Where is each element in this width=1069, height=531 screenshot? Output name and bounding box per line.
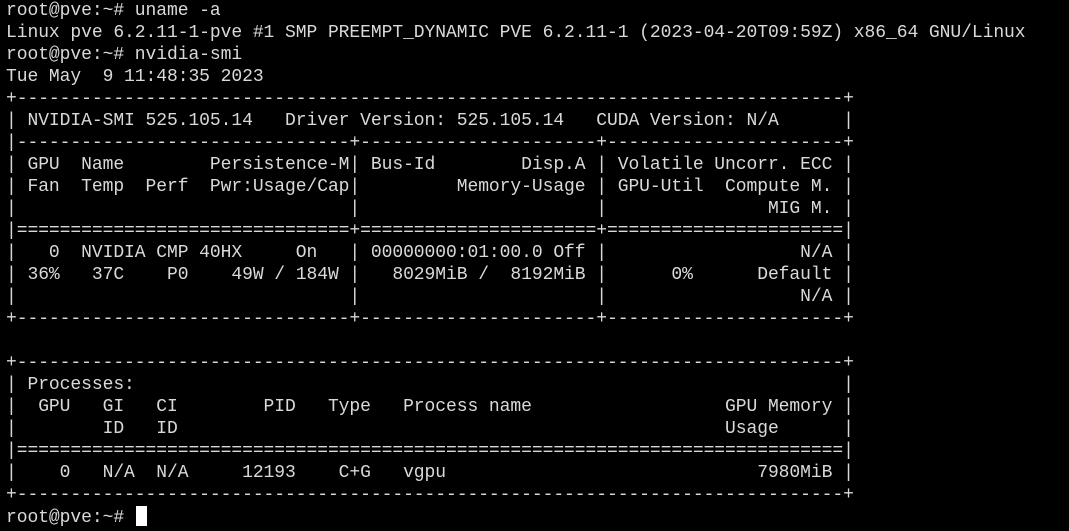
terminal-window[interactable]: root@pve:~# uname -a Linux pve 6.2.11-1-p… xyxy=(0,0,1069,531)
terminal-line: | 0 NVIDIA CMP 40HX On | 00000000:01:00.… xyxy=(6,243,854,263)
terminal-line: |-------------------------------+-------… xyxy=(6,133,854,153)
terminal-line: |=======================================… xyxy=(6,441,854,461)
text-cursor xyxy=(135,506,147,526)
terminal-line: Tue May 9 11:48:35 2023 xyxy=(6,67,264,87)
terminal-line: | GPU GI CI PID Type Process name GPU Me… xyxy=(6,397,854,417)
terminal-output: root@pve:~# uname -a Linux pve 6.2.11-1-p… xyxy=(6,0,1069,506)
terminal-line: | Fan Temp Perf Pwr:Usage/Cap| Memory-Us… xyxy=(6,177,854,197)
terminal-line: +-------------------------------+-------… xyxy=(6,309,854,329)
terminal-line: | NVIDIA-SMI 525.105.14 Driver Version: … xyxy=(6,111,854,131)
terminal-line: root@pve:~# uname -a xyxy=(6,1,221,21)
shell-prompt: root@pve:~# xyxy=(6,508,135,528)
terminal-line: | 0 N/A N/A 12193 C+G vgpu 7980MiB | xyxy=(6,463,854,483)
terminal-line: |===============================+=======… xyxy=(6,221,854,241)
terminal-line: | 36% 37C P0 49W / 184W | 8029MiB / 8192… xyxy=(6,265,854,285)
terminal-line: | ID ID Usage | xyxy=(6,419,854,439)
terminal-line: +---------------------------------------… xyxy=(6,353,854,373)
terminal-line: +---------------------------------------… xyxy=(6,485,854,505)
terminal-line: Linux pve 6.2.11-1-pve #1 SMP PREEMPT_DY… xyxy=(6,23,1026,43)
terminal-line: root@pve:~# nvidia-smi xyxy=(6,45,243,65)
terminal-line: | Processes: | xyxy=(6,375,854,395)
terminal-line: | | | N/A | xyxy=(6,287,854,307)
terminal-line: | GPU Name Persistence-M| Bus-Id Disp.A … xyxy=(6,155,854,175)
terminal-line: | | | MIG M. | xyxy=(6,199,854,219)
terminal-line: +---------------------------------------… xyxy=(6,89,854,109)
prompt-line[interactable]: root@pve:~# xyxy=(6,506,1069,528)
